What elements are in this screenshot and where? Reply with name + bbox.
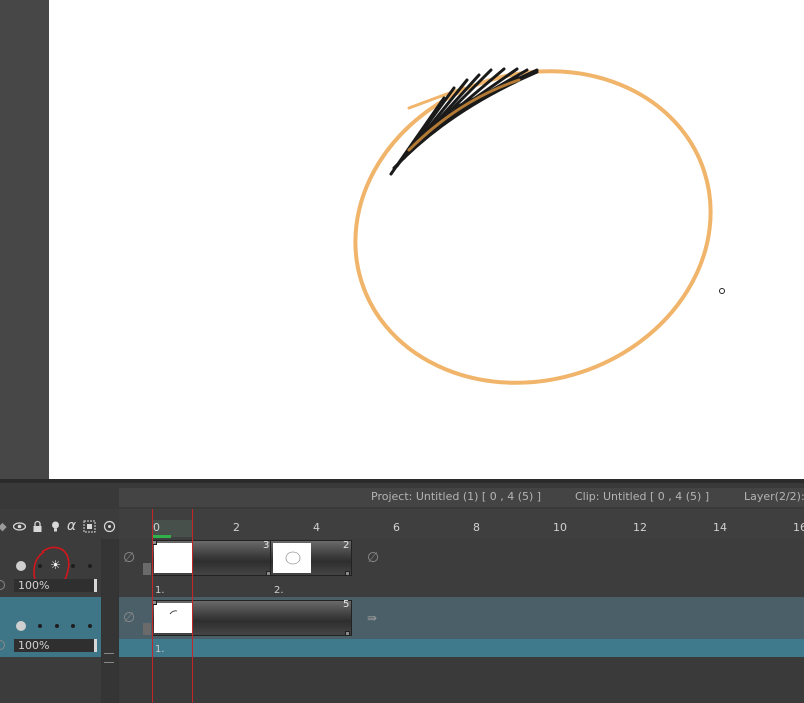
clip-frame-count: 5 (343, 599, 350, 610)
left-side-panel (0, 0, 49, 479)
ruler-tick: 12 (633, 521, 647, 534)
layer-status: Layer(2/2): (744, 490, 804, 503)
clip-thumbnail (154, 543, 192, 573)
ruler-tick: 10 (553, 521, 567, 534)
playhead-line[interactable] (192, 509, 193, 703)
collapse-icon[interactable]: ◆ (0, 520, 9, 533)
extend-clip-icon[interactable]: ⇛ (367, 611, 377, 625)
clip-handle[interactable] (345, 631, 350, 636)
clip-start-tab[interactable] (143, 563, 151, 575)
layer-selection-dot[interactable] (88, 564, 92, 568)
canvas-drawing (353, 67, 725, 385)
ruler-tick: 8 (473, 521, 480, 534)
resize-grip-icon[interactable] (104, 653, 114, 663)
onion-skin-icon[interactable] (103, 520, 116, 533)
project-status: Project: Untitled (1) [ 0 , 4 (5) ] (371, 490, 542, 503)
ruler-tick: 0 (153, 521, 160, 534)
empty-clip-icon[interactable]: ∅ (123, 550, 135, 566)
drawing-canvas[interactable] (49, 0, 804, 479)
eye-icon[interactable] (12, 520, 27, 533)
layer-selection-dot[interactable] (88, 624, 92, 628)
layer-visibility-toggle[interactable] (16, 561, 26, 571)
ruler-tick: 6 (393, 521, 400, 534)
clip-label: 1. (155, 585, 165, 596)
clip-frame-count: 3 (263, 540, 270, 551)
ruler-tick: 2 (233, 521, 240, 534)
range-start-line[interactable] (152, 509, 153, 703)
clip-thumbnail (154, 603, 192, 633)
layer-alpha-dot[interactable] (71, 624, 75, 628)
track-row-selected-footer (119, 639, 804, 657)
selection-icon[interactable] (83, 520, 96, 533)
ruler-tick: 14 (713, 521, 727, 534)
vertical-divider-handle[interactable] (102, 539, 118, 703)
clip-handle[interactable] (345, 571, 350, 576)
ruler-tick: 16 (793, 521, 804, 534)
empty-clip-icon[interactable]: ∅ (123, 610, 135, 626)
cached-frames-bar (153, 535, 171, 538)
clip-status: Clip: Untitled [ 0 , 4 (5) ] (575, 490, 710, 503)
opacity-slider-handle[interactable] (94, 579, 97, 592)
ruler-tick: 4 (313, 521, 320, 534)
lock-icon[interactable] (31, 520, 44, 533)
clip-label: 1. (155, 644, 165, 655)
layer-light-dot[interactable] (55, 624, 59, 628)
clip-thumbnail (273, 543, 311, 573)
frame-ruler[interactable] (119, 509, 804, 539)
layer-opacity-field[interactable]: 100% (14, 579, 96, 592)
lightbulb-icon[interactable] (49, 520, 62, 533)
clip-frame-count: 2 (343, 540, 350, 551)
brush-cursor-icon (719, 288, 725, 294)
layer-lock-dot[interactable] (38, 624, 42, 628)
orange-ellipse-stroke (353, 69, 713, 385)
alpha-icon[interactable]: α (65, 519, 78, 533)
empty-clip-icon[interactable]: ∅ (367, 550, 379, 566)
clip-label: 2. (274, 585, 284, 596)
layer-visibility-toggle[interactable] (16, 621, 26, 631)
layer-opacity-field[interactable]: 100% (14, 639, 96, 652)
clip-handle[interactable] (266, 571, 271, 576)
clip-start-tab[interactable] (143, 623, 151, 635)
opacity-slider-handle[interactable] (94, 639, 97, 652)
